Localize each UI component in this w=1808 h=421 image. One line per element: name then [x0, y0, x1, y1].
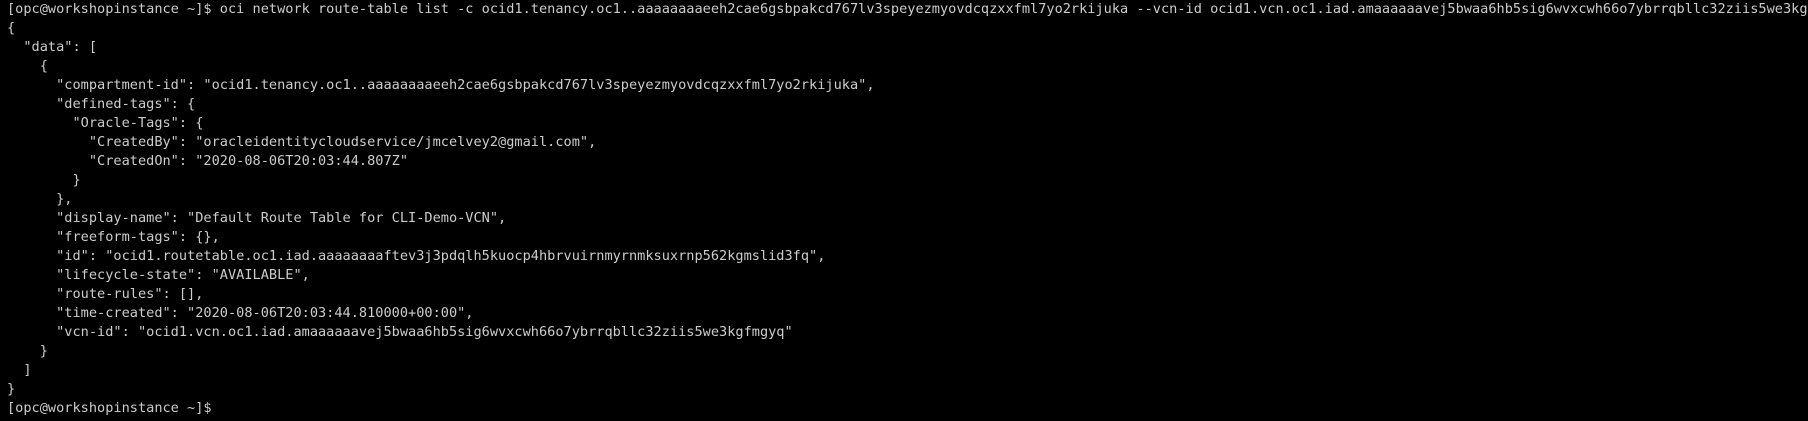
output-line: "Oracle-Tags": {	[7, 115, 204, 131]
output-line: }	[7, 343, 48, 359]
shell-prompt: [opc@workshopinstance ~]$	[7, 400, 220, 416]
output-line: "data": [	[7, 39, 98, 55]
output-line: "route-rules": [],	[7, 286, 204, 302]
output-line: "compartment-id": "ocid1.tenancy.oc1..aa…	[7, 77, 875, 93]
terminal-window[interactable]: [opc@workshopinstance ~]$ oci network ro…	[0, 0, 1808, 421]
output-line: "lifecycle-state": "AVAILABLE",	[7, 267, 310, 283]
output-line: "freeform-tags": {},	[7, 229, 220, 245]
text-cursor	[220, 399, 229, 415]
output-line: "vcn-id": "ocid1.vcn.oc1.iad.amaaaaaavej…	[7, 324, 793, 340]
output-line: {	[7, 58, 48, 74]
output-line: "time-created": "2020-08-06T20:03:44.810…	[7, 305, 474, 321]
command-line: [opc@workshopinstance ~]$ oci network ro…	[7, 1, 1808, 17]
output-line: },	[7, 191, 73, 207]
output-line: ]	[7, 362, 32, 378]
output-line: "CreatedOn": "2020-08-06T20:03:44.807Z"	[7, 153, 409, 169]
output-line: }	[7, 381, 16, 397]
output-line: "CreatedBy": "oracleidentitycloudservice…	[7, 134, 597, 150]
output-line: "defined-tags": {	[7, 96, 196, 112]
output-line: "id": "ocid1.routetable.oc1.iad.aaaaaaaa…	[7, 248, 826, 264]
output-line: {	[7, 20, 16, 36]
output-line: }	[7, 172, 81, 188]
prompt-line[interactable]: [opc@workshopinstance ~]$	[7, 399, 1808, 418]
output-line: "display-name": "Default Route Table for…	[7, 210, 507, 226]
